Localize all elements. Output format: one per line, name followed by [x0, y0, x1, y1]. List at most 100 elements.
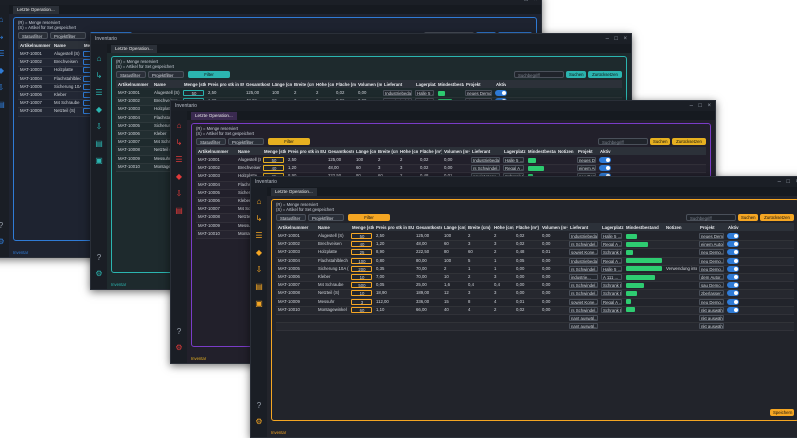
active-toggle[interactable] [727, 290, 739, 297]
tab-recent-operations[interactable]: Letzte Operation... [191, 112, 237, 120]
quantity-input[interactable]: 50 [263, 157, 284, 163]
search-input[interactable]: Suchbegriff eingeben... [514, 71, 564, 85]
home-icon[interactable]: ⌂ [94, 54, 104, 64]
save-button[interactable]: Speichern [770, 409, 794, 416]
close-button[interactable]: × [623, 34, 627, 44]
projekt-dropdown[interactable]: dem Autor... [699, 274, 724, 280]
lagerplatz-dropdown[interactable]: Schrank I ... [601, 282, 622, 289]
quantity-input[interactable]: 40 [263, 165, 284, 172]
column-header[interactable]: Projekt [700, 225, 726, 230]
document-icon[interactable]: ▤ [94, 139, 104, 149]
projekt-dropdown[interactable]: neu Demo... [699, 257, 724, 264]
maximize-button[interactable]: □ [614, 34, 618, 44]
column-header[interactable]: Menge (stk) [264, 149, 286, 154]
quantity-input[interactable]: 10 [351, 290, 372, 297]
projekt-dropdown[interactable]: neues Demoprojekt [699, 233, 724, 239]
column-header[interactable]: Höhe (cm) [494, 225, 514, 230]
report-icon[interactable]: ▣ [254, 299, 264, 309]
quantity-input[interactable]: 50 [183, 90, 204, 96]
reset-filter-button[interactable]: Filter zurücksetzen [348, 214, 390, 227]
minimize-button[interactable]: – [606, 34, 609, 44]
lieferant-dropdown[interactable]: rs Schwindel... [569, 282, 598, 289]
lieferant-dropdown[interactable]: rs Schwindel... [471, 165, 500, 172]
column-header[interactable]: Mindestbestand [626, 225, 664, 230]
column-header[interactable]: Lieferant [570, 225, 600, 230]
projekt-dropdown[interactable]: neu Demo... [699, 298, 724, 305]
active-toggle[interactable] [727, 241, 739, 248]
lagerplatz-dropdown[interactable]: Halle 5 ... [601, 233, 622, 239]
projekt-dropdown[interactable]: einem Autor... [699, 241, 724, 248]
lagerplatz-dropdown[interactable]: Schrank I ... [601, 290, 622, 297]
document-icon[interactable]: ▤ [0, 100, 6, 110]
maximize-button[interactable]: □ [698, 101, 702, 111]
column-header[interactable]: Volumen (m³) [444, 149, 470, 154]
download-icon[interactable]: ⇩ [174, 189, 184, 199]
column-header[interactable]: Fläche (m²) [336, 82, 356, 87]
column-header[interactable]: Menge (stk) [184, 82, 206, 87]
home-icon[interactable]: ⌂ [254, 197, 264, 207]
lagerplatz-dropdown[interactable]: Halle 5 ... [415, 90, 434, 96]
column-header[interactable]: Volumen (m³) [542, 225, 568, 230]
column-header[interactable]: Breite (cm) [468, 225, 492, 230]
quantity-input[interactable]: 3 [351, 298, 372, 305]
project-filter[interactable]: Projektfilter [50, 32, 86, 39]
column-header[interactable]: Notizen [558, 149, 576, 154]
lagerplatz-dropdown[interactable]: Halle 5 ... [503, 157, 524, 163]
layers-icon[interactable]: ◆ [254, 248, 264, 258]
status-filter[interactable]: Statusfilter [116, 71, 146, 78]
layers-icon[interactable]: ◆ [0, 66, 6, 76]
column-header[interactable]: Breite (cm) [294, 82, 314, 87]
list-icon[interactable]: ☰ [174, 155, 184, 165]
active-toggle[interactable] [727, 282, 739, 289]
column-header[interactable]: Name [238, 149, 262, 154]
projekt-dropdown[interactable]: sau Demo... [699, 282, 724, 289]
lagerplatz-dropdown[interactable]: Schrank I ... [601, 306, 622, 313]
active-toggle[interactable] [599, 157, 611, 163]
lagerplatz-dropdown[interactable]: Regal A ... [601, 241, 622, 248]
column-header[interactable]: Preis pro stk in EUR [376, 225, 414, 230]
lieferant-dropdown[interactable]: rs Schwindel... [569, 265, 598, 272]
import-icon[interactable]: ↳ [94, 71, 104, 81]
tab-recent-operations[interactable]: Letzte Operation... [271, 188, 317, 196]
projekt-dropdown[interactable]: nkt auswäh... [699, 306, 724, 313]
help-icon[interactable]: ? [0, 221, 6, 231]
column-header[interactable]: Preis pro stk in EUR [288, 149, 326, 154]
download-icon[interactable]: ⇩ [0, 83, 6, 93]
projekt-dropdown[interactable]: neues Demoprojekt [577, 157, 596, 163]
column-header[interactable]: Projekt [578, 149, 598, 154]
column-header[interactable]: Länge (cm) [272, 82, 292, 87]
column-header[interactable]: Länge (cm) [444, 225, 466, 230]
table-row[interactable]: nant auswäl... nkt auswäh... [276, 322, 794, 332]
lagerplatz-dropdown[interactable]: Regal A ... [601, 298, 622, 305]
list-icon[interactable]: ☰ [254, 231, 264, 241]
projekt-dropdown[interactable]: neues Demoprojekt [465, 90, 492, 96]
project-filter[interactable]: Projektfilter [228, 138, 264, 145]
column-header[interactable]: Name [54, 43, 82, 48]
projekt-dropdown[interactable]: einem Autor... [577, 165, 596, 172]
column-header[interactable]: Lieferant [472, 149, 502, 154]
quantity-input[interactable]: 100 [351, 257, 372, 264]
gear-icon[interactable]: ⚙ [254, 417, 264, 427]
lagerplatz-dropdown[interactable]: Regal A ... [503, 165, 524, 172]
column-header[interactable]: Notizen [666, 225, 698, 230]
lagerplatz-dropdown[interactable]: Schrank I ... [601, 249, 622, 256]
active-toggle[interactable] [727, 306, 739, 313]
column-header[interactable]: Projekt [466, 82, 494, 87]
quantity-input[interactable]: 200 [351, 265, 372, 272]
search-button[interactable]: Suchen [566, 71, 586, 78]
status-filter[interactable]: Statusfilter [196, 138, 226, 145]
import-icon[interactable]: ↳ [254, 214, 264, 224]
lieferant-dropdown[interactable]: sowiet Kone... [569, 298, 598, 305]
search-button[interactable]: Suchen [650, 138, 670, 145]
gear-icon[interactable]: ⚙ [94, 269, 104, 279]
projekt-dropdown[interactable]: neu Demo... [699, 249, 724, 256]
active-toggle[interactable] [599, 165, 611, 172]
column-header[interactable]: Lagerplatz [602, 225, 624, 230]
lieferant-dropdown[interactable]: rs Schwindel... [569, 241, 598, 248]
lieferant-dropdown[interactable]: Industriebedarf ... [383, 90, 412, 96]
layers-icon[interactable]: ◆ [174, 172, 184, 182]
import-icon[interactable]: ↳ [0, 32, 6, 42]
column-header[interactable]: Lagerplatz [416, 82, 436, 87]
column-header[interactable]: Lieferant [384, 82, 414, 87]
minimize-button[interactable]: – [778, 177, 781, 187]
